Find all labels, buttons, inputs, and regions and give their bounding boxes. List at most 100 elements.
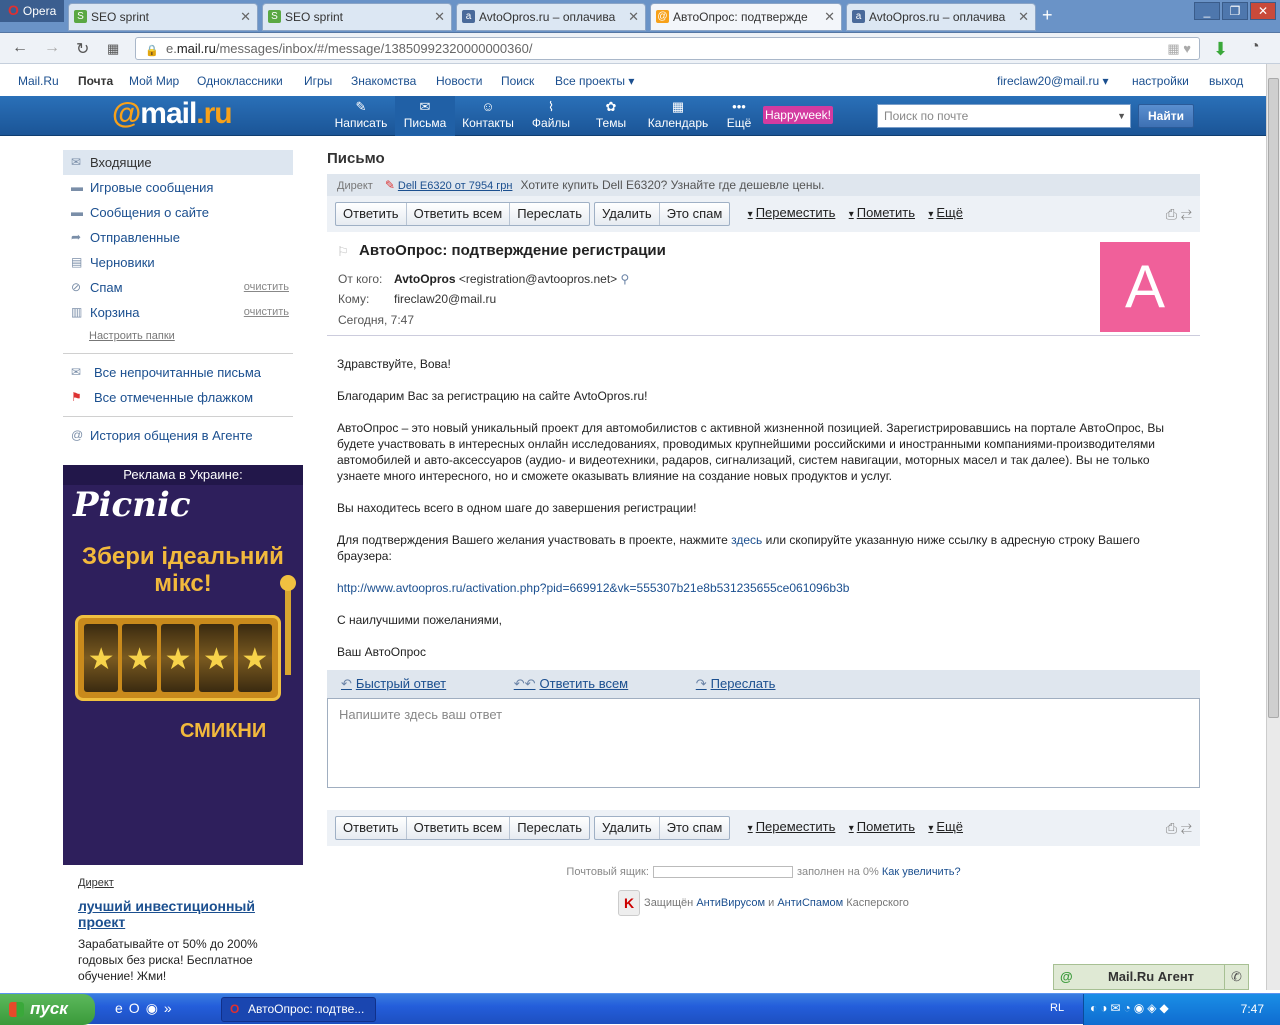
antivirus-link[interactable]: АнтиВирусом [696, 897, 765, 909]
tab-4-active[interactable]: @ АвтоОпрос: подтвержде ✕ [650, 3, 842, 31]
agent-history-link[interactable]: @ История общения в Агенте [63, 423, 293, 448]
delete-button[interactable]: Удалить [595, 203, 660, 225]
link-all-projects[interactable]: Все проекты ▾ [555, 74, 634, 88]
forward-button[interactable]: Переслать [510, 817, 589, 839]
nav-more[interactable]: ••• Ещё [721, 96, 757, 136]
reply-all-button[interactable]: Ответить всем [407, 817, 511, 839]
link-poisk[interactable]: Поиск [501, 74, 534, 88]
folder-inbox[interactable]: ✉ Входящие [63, 150, 293, 175]
new-tab-icon[interactable]: + [1042, 5, 1053, 25]
delete-button[interactable]: Удалить [595, 817, 660, 839]
ie-icon[interactable]: e [115, 1000, 129, 1016]
scrollbar-thumb[interactable] [1268, 78, 1279, 718]
reply-all-button[interactable]: Ответить всем [407, 203, 511, 225]
folder-game-messages[interactable]: ▬ Игровые сообщения [63, 175, 293, 200]
search-button[interactable]: Найти [1138, 104, 1194, 128]
folder-site-messages[interactable]: ▬ Сообщения о сайте [63, 200, 293, 225]
back-icon[interactable]: ← [12, 39, 28, 57]
folder-sent[interactable]: ➦ Отправленные [63, 225, 293, 250]
link-pochta[interactable]: Почта [78, 74, 113, 88]
start-button[interactable]: пуск [0, 994, 95, 1025]
clean-spam-link[interactable]: очистить [244, 275, 289, 300]
folder-drafts[interactable]: ▤ Черновики [63, 250, 293, 275]
language-indicator[interactable]: RL [1050, 1002, 1064, 1014]
close-window-icon[interactable]: ✕ [1250, 2, 1276, 20]
reload-icon[interactable]: ↻ [76, 39, 89, 59]
close-tab-icon[interactable]: ✕ [434, 4, 445, 30]
link-settings[interactable]: настройки [1132, 74, 1189, 88]
reply-button[interactable]: Ответить [336, 817, 407, 839]
link-igry[interactable]: Игры [304, 74, 332, 88]
user-menu[interactable]: fireclaw20@mail.ru ▾ [997, 74, 1109, 88]
mark-menu[interactable]: Пометить [849, 202, 915, 226]
nav-themes[interactable]: ✿ Темы [588, 96, 634, 136]
tab-5[interactable]: a AvtoOpros.ru – оплачива ✕ [846, 3, 1036, 31]
sender-name[interactable]: AvtoOpros [394, 272, 456, 286]
close-tab-icon[interactable]: ✕ [824, 4, 835, 30]
opera-icon[interactable]: O [129, 1000, 146, 1016]
quick-reply-all-link[interactable]: ↶↶ Ответить всем [514, 676, 660, 691]
page-scrollbar[interactable] [1266, 64, 1280, 990]
chrome-icon[interactable]: ◉ [146, 1000, 164, 1016]
reply-textarea[interactable]: Напишите здесь ваш ответ [327, 698, 1200, 788]
clean-trash-link[interactable]: очистить [244, 300, 289, 325]
link-moimir[interactable]: Мой Мир [129, 74, 179, 88]
direct-ad-link[interactable]: Dell E6320 от 7954 грн [398, 180, 513, 192]
tab-3[interactable]: a AvtoOpros.ru – оплачива ✕ [456, 3, 646, 31]
nav-calendar[interactable]: ▦ Календарь [643, 96, 713, 136]
expand-icon[interactable]: » [164, 1000, 178, 1016]
flag-icon[interactable]: ⚐ [337, 244, 349, 260]
move-menu[interactable]: Переместить [748, 816, 836, 840]
minimize-icon[interactable]: _ [1194, 2, 1220, 20]
direct-ad-title[interactable]: лучший инвестиционный проект [78, 898, 298, 930]
sender-search-icon[interactable]: ⚲ [621, 272, 630, 286]
more-menu[interactable]: Ещё [928, 202, 963, 226]
spam-button[interactable]: Это спам [660, 817, 730, 839]
confirm-here-link[interactable]: здесь [731, 533, 762, 547]
quick-reply-link[interactable]: ↶ Быстрый ответ [341, 676, 478, 691]
folder-trash[interactable]: ▥ Корзина очистить [63, 300, 293, 325]
translate-icon[interactable]: ⇄ [1181, 206, 1192, 222]
download-icon[interactable]: ⬇ [1213, 39, 1228, 60]
all-unread-link[interactable]: ✉ Все непрочитанные письма [63, 360, 293, 385]
forward-icon[interactable]: → [44, 39, 60, 57]
link-logout[interactable]: выход [1209, 74, 1243, 88]
all-flagged-link[interactable]: ⚑ Все отмеченные флажком [63, 385, 293, 410]
tray-icons[interactable]: ◐◑✉◔◉◈◆ [1090, 1001, 1172, 1015]
mailru-logo[interactable]: @mail.ru [112, 97, 233, 131]
dropdown-arrow-icon[interactable]: ▼ [1117, 105, 1126, 127]
mail-search-input[interactable]: Поиск по почте ▼ [877, 104, 1131, 128]
bookmark-heart-icon[interactable]: ▦ ♥ [1167, 38, 1191, 59]
spam-button[interactable]: Это спам [660, 203, 730, 225]
translate-icon[interactable]: ⇄ [1181, 820, 1192, 836]
tab-1[interactable]: S SEO sprint ✕ [68, 3, 258, 31]
nav-compose[interactable]: ✎ Написать [330, 96, 392, 136]
opera-turbo-icon[interactable]: ◔ [1250, 38, 1260, 56]
nav-files[interactable]: ⌇ Файлы [525, 96, 577, 136]
quota-increase-link[interactable]: Как увеличить? [882, 866, 961, 878]
link-znakomstva[interactable]: Знакомства [351, 74, 416, 88]
more-menu[interactable]: Ещё [928, 816, 963, 840]
opera-menu-button[interactable]: O Opera [0, 0, 64, 22]
happyweek-badge[interactable]: Happyweek! [763, 106, 833, 124]
nav-contacts[interactable]: ☺ Контакты [457, 96, 519, 136]
quick-forward-link[interactable]: ↷ Переслать [696, 676, 808, 691]
maximize-icon[interactable]: ❐ [1222, 2, 1248, 20]
phone-icon[interactable]: ✆ [1224, 965, 1248, 989]
reply-button[interactable]: Ответить [336, 203, 407, 225]
picnic-ad-banner[interactable]: Реклама в Украине: Picnic Збери ідеальни… [63, 465, 303, 865]
close-tab-icon[interactable]: ✕ [1018, 4, 1029, 30]
close-tab-icon[interactable]: ✕ [628, 4, 639, 30]
url-field[interactable]: 🔒 e.mail.ru/messages/inbox/#/message/1385… [135, 37, 1200, 60]
link-odnoklassniki[interactable]: Одноклассники [197, 74, 283, 88]
speed-dial-icon[interactable]: ▦ [107, 41, 119, 57]
print-icon[interactable]: ⎙ [1166, 206, 1177, 222]
activation-link[interactable]: http://www.avtoopros.ru/activation.php?p… [337, 581, 849, 595]
folder-spam[interactable]: ⊘ Спам очистить [63, 275, 293, 300]
link-mailru[interactable]: Mail.Ru [18, 74, 59, 88]
forward-button[interactable]: Переслать [510, 203, 589, 225]
close-tab-icon[interactable]: ✕ [240, 4, 251, 30]
direct-label[interactable]: Директ [78, 877, 298, 889]
tab-2[interactable]: S SEO sprint ✕ [262, 3, 452, 31]
nav-letters[interactable]: ✉ Письма [395, 96, 455, 136]
